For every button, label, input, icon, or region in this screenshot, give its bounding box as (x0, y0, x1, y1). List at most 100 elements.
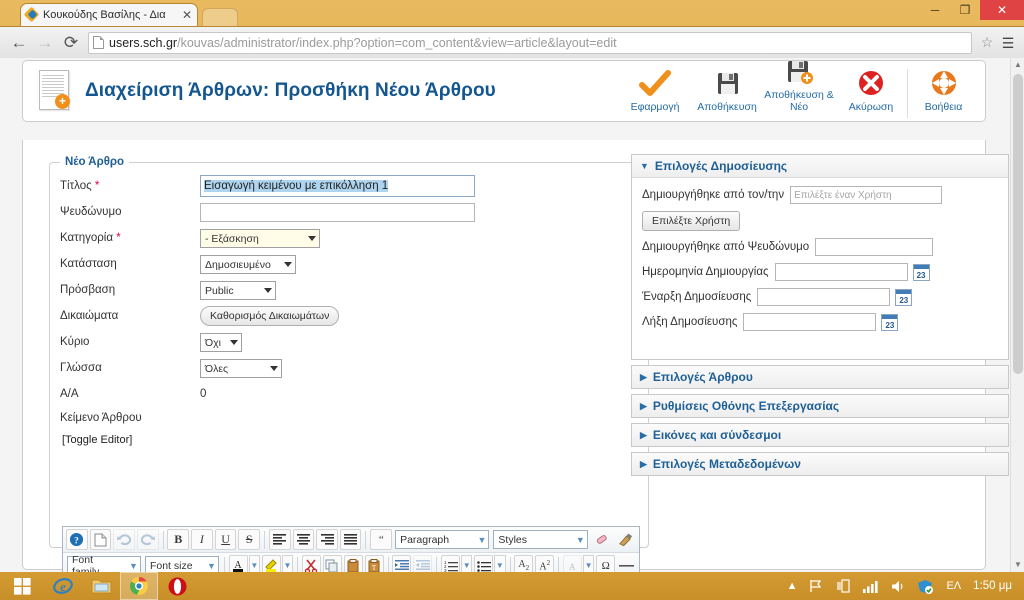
omega-icon[interactable]: Ω (596, 555, 616, 572)
action-center-icon[interactable] (830, 579, 857, 593)
page-scrollbar[interactable]: ▲ ▼ (1010, 58, 1024, 572)
anchor-dropdown-icon[interactable]: ▼ (582, 555, 595, 572)
slider-publishing-header[interactable]: ▼ Επιλογές Δημοσίευσης (632, 155, 1008, 178)
publish-up-input[interactable] (757, 288, 891, 306)
security-icon[interactable] (911, 579, 940, 594)
created-date-input[interactable] (774, 263, 908, 281)
apply-button[interactable]: Εφαρμογή (619, 69, 691, 118)
eraser-icon[interactable] (591, 529, 613, 550)
page-info-icon[interactable] (93, 36, 104, 49)
italic-icon[interactable]: I (191, 529, 213, 550)
copy-icon[interactable] (322, 555, 342, 572)
slider-article-options-header[interactable]: ▶ Επιλογές Άρθρου (632, 366, 1008, 388)
flag-icon[interactable] (803, 579, 830, 593)
numbered-list-dropdown-icon[interactable]: ▼ (461, 555, 473, 572)
highlight-color-dropdown-icon[interactable]: ▼ (281, 555, 294, 572)
select-user-button[interactable]: Επιλέξτε Χρήστη (642, 211, 741, 231)
paragraph-format-select[interactable]: Paragraph ▼ (395, 530, 490, 549)
chrome-menu-icon[interactable]: ☰ (998, 36, 1018, 50)
align-left-icon[interactable] (268, 529, 291, 550)
minimize-button[interactable]: ─ (920, 0, 950, 20)
superscript-icon[interactable]: A2 (535, 555, 555, 572)
styles-select[interactable]: Styles ▼ (493, 530, 588, 549)
slider-images-links-header[interactable]: ▶ Εικόνες και σύνδεσμοι (632, 424, 1008, 446)
category-select[interactable]: - Εξάσκηση (200, 228, 320, 248)
bookmark-star-icon[interactable]: ☆ (976, 34, 998, 51)
paste-text-icon[interactable]: T (364, 555, 384, 572)
calendar-icon[interactable]: 23 (881, 313, 899, 331)
toggle-editor-link[interactable]: [Toggle Editor] (62, 434, 638, 446)
scrollbar-thumb[interactable] (1013, 74, 1023, 374)
title-input[interactable]: Εισαγωγή κειμένου με επικόλληση 1 (200, 175, 475, 197)
close-button[interactable]: ✕ (980, 0, 1024, 20)
highlight-color-icon[interactable] (261, 555, 281, 572)
scroll-down-icon[interactable]: ▼ (1011, 558, 1024, 572)
back-icon[interactable]: ← (6, 30, 32, 56)
paintbrush-icon[interactable] (614, 529, 636, 550)
help-icon[interactable]: ? (66, 529, 88, 550)
slider-edit-screen-settings[interactable]: ▶ Ρυθμίσεις Οθόνης Επεξεργασίας (631, 394, 1009, 418)
bold-icon[interactable]: B (167, 529, 190, 550)
paste-icon[interactable] (343, 555, 363, 572)
new-document-icon[interactable] (89, 529, 112, 550)
bulleted-list-icon[interactable] (474, 555, 494, 572)
calendar-icon[interactable]: 23 (895, 288, 913, 306)
status-select[interactable]: Δημοσιευμένο (200, 254, 296, 274)
taskbar-clock[interactable]: 1:50 μμ (967, 580, 1018, 592)
slider-metadata-header[interactable]: ▶ Επιλογές Μεταδεδομένων (632, 453, 1008, 475)
underline-icon[interactable]: U (214, 529, 237, 550)
address-bar[interactable]: users.sch.gr/kouvas/administrator/index.… (88, 31, 972, 54)
created-by-alias-input[interactable] (815, 238, 934, 256)
publish-down-input[interactable] (743, 313, 877, 331)
indent-icon[interactable] (392, 555, 412, 572)
taskbar-file-explorer[interactable] (82, 572, 120, 600)
network-icon[interactable] (857, 580, 885, 593)
text-color-dropdown-icon[interactable]: ▼ (248, 555, 260, 572)
save-button[interactable]: Αποθήκευση (691, 69, 763, 118)
maximize-button[interactable]: ❐ (950, 0, 980, 20)
cancel-button[interactable]: Ακύρωση (835, 69, 907, 118)
cut-icon[interactable] (301, 555, 321, 572)
start-button[interactable] (0, 572, 44, 600)
row-category: Κατηγορία * - Εξάσκηση (60, 226, 638, 250)
slider-edit-screen-header[interactable]: ▶ Ρυθμίσεις Οθόνης Επεξεργασίας (632, 395, 1008, 417)
slider-images-and-links[interactable]: ▶ Εικόνες και σύνδεσμοι (631, 423, 1009, 447)
calendar-icon[interactable]: 23 (912, 263, 930, 281)
font-size-select[interactable]: Font size ▼ (144, 556, 219, 572)
help-button[interactable]: Βοήθεια (907, 69, 979, 118)
access-select[interactable]: Public (200, 280, 276, 300)
taskbar-google-chrome[interactable] (120, 572, 158, 600)
horizontal-rule-icon[interactable] (617, 555, 636, 572)
save-and-new-button[interactable]: Αποθήκευση & Νέο (763, 58, 835, 118)
scroll-up-icon[interactable]: ▲ (1011, 58, 1024, 72)
featured-select[interactable]: Όχι (200, 332, 242, 352)
slider-article-options[interactable]: ▶ Επιλογές Άρθρου (631, 365, 1009, 389)
volume-icon[interactable] (885, 580, 911, 593)
font-family-select[interactable]: Font family ▼ (67, 554, 141, 572)
chevron-down-icon (308, 235, 316, 241)
text-color-icon[interactable]: A (228, 555, 248, 572)
browser-tab[interactable]: Κουκούδης Βασίλης - Δια ✕ (20, 3, 198, 26)
new-tab-button[interactable] (202, 8, 238, 26)
subscript-icon[interactable]: A2 (514, 555, 534, 572)
set-permissions-button[interactable]: Καθορισμός Δικαιωμάτων (200, 306, 340, 326)
blockquote-icon[interactable]: “ (370, 529, 393, 550)
taskbar-internet-explorer[interactable]: e (44, 572, 82, 600)
reload-icon[interactable]: ⟳ (58, 30, 84, 56)
numbered-list-icon[interactable]: 123 (441, 555, 460, 572)
toolbar-separator (263, 530, 265, 549)
slider-metadata-options[interactable]: ▶ Επιλογές Μεταδεδομένων (631, 452, 1009, 476)
align-justify-icon[interactable] (339, 529, 362, 550)
article-form: Νέο Άρθρο Τίτλος * Εισαγωγή κειμένου με … (49, 156, 649, 548)
align-right-icon[interactable] (316, 529, 338, 550)
alias-input[interactable] (200, 202, 475, 222)
language-select[interactable]: Όλες (200, 358, 282, 378)
strikethrough-icon[interactable]: S (238, 529, 260, 550)
tray-expand-icon[interactable]: ▲ (781, 580, 804, 592)
language-indicator[interactable]: ΕΛ (940, 580, 967, 592)
tab-close-icon[interactable]: ✕ (181, 9, 193, 21)
align-center-icon[interactable] (292, 529, 315, 550)
taskbar-opera[interactable] (158, 572, 196, 600)
created-by-input[interactable]: Επιλέξτε έναν Χρήστη (790, 186, 943, 204)
bulleted-list-dropdown-icon[interactable]: ▼ (494, 555, 506, 572)
